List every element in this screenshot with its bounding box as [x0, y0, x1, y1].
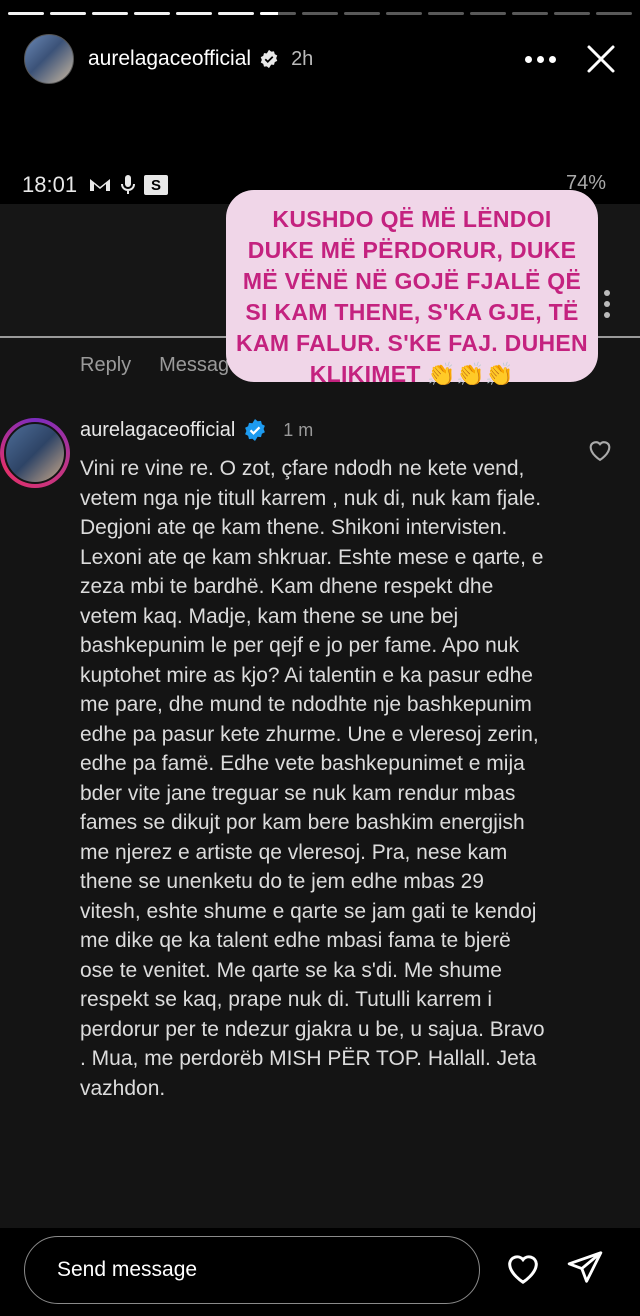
story-header: aurelagaceofficial 2h — [24, 34, 616, 84]
progress-segment — [134, 12, 170, 15]
avatar[interactable] — [24, 34, 74, 84]
progress-segment — [386, 12, 422, 15]
progress-segment — [596, 12, 632, 15]
comment-username: aurelagaceofficial — [80, 418, 236, 441]
progress-segment — [8, 12, 44, 15]
progress-segment-active — [260, 12, 296, 15]
mic-icon — [121, 175, 135, 194]
progress-segment — [50, 12, 86, 15]
more-icon[interactable] — [525, 55, 556, 63]
comment-text: Vini re vine re. O zot, çfare ndodh ne k… — [80, 457, 545, 1100]
kebab-icon — [604, 290, 610, 318]
text-sticker: KUSHDO QË MË LËNDOI DUKE MË PËRDORUR, DU… — [226, 190, 598, 387]
progress-segment — [92, 12, 128, 15]
heart-icon — [589, 441, 611, 462]
verified-icon — [245, 419, 266, 441]
reply-link: Reply — [80, 354, 132, 376]
progress-segment — [302, 12, 338, 15]
avatar-ring — [0, 418, 70, 488]
story-time: 2h — [291, 47, 314, 70]
send-message-input[interactable]: Send message — [24, 1236, 480, 1304]
progress-segment — [512, 12, 548, 15]
progress-fill — [260, 12, 278, 15]
app-s-icon: S — [144, 175, 168, 195]
close-icon[interactable] — [586, 44, 616, 74]
reply-actions: Reply Message — [80, 354, 240, 377]
progress-segment — [554, 12, 590, 15]
story-canvas[interactable]: 18:01 S 74% Reply Message KUSHDO QË MË L… — [0, 96, 640, 1228]
progress-segment — [428, 12, 464, 15]
status-clock: 18:01 — [22, 172, 78, 197]
heart-icon[interactable] — [502, 1248, 544, 1288]
commenter-avatar — [4, 422, 66, 484]
story-footer: Send message — [0, 1228, 640, 1316]
progress-segment — [344, 12, 380, 15]
progress-segment — [218, 12, 254, 15]
screenshot-status-bar: 18:01 S 74% — [0, 96, 640, 204]
progress-segment — [470, 12, 506, 15]
gmail-icon — [90, 179, 110, 191]
story-progress — [8, 12, 632, 15]
comment-time: 1 m — [283, 419, 314, 440]
send-icon[interactable] — [566, 1248, 604, 1286]
verified-icon — [260, 49, 278, 69]
progress-segment — [176, 12, 212, 15]
story-username[interactable]: aurelagaceofficial — [88, 47, 251, 71]
